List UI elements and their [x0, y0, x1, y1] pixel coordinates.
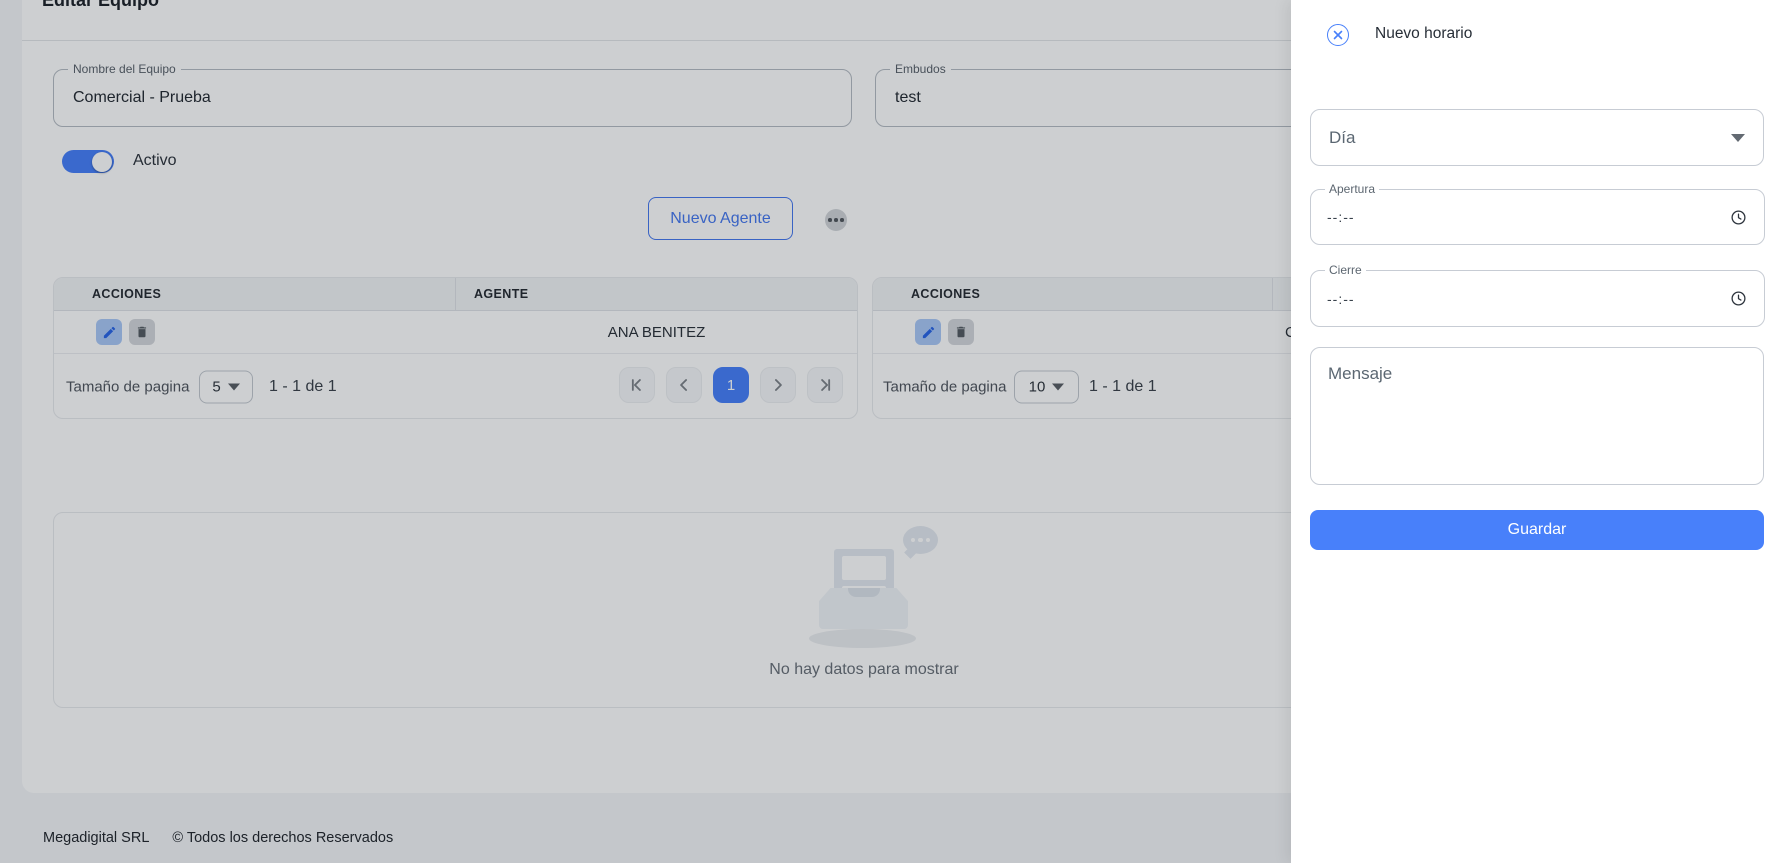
drawer-title: Nuevo horario [1375, 25, 1472, 43]
opening-time-field[interactable]: Apertura --:-- [1310, 189, 1765, 245]
message-placeholder: Mensaje [1328, 364, 1392, 383]
day-select[interactable]: Día [1310, 109, 1764, 166]
new-schedule-drawer: Nuevo horario Día Apertura --:-- Cierre … [1291, 0, 1783, 863]
clock-icon [1730, 290, 1747, 307]
closing-time-picker-button[interactable] [1728, 289, 1748, 309]
close-icon [1333, 30, 1343, 40]
clock-icon [1730, 209, 1747, 226]
day-select-placeholder: Día [1329, 128, 1731, 148]
message-textarea[interactable]: Mensaje [1310, 347, 1764, 485]
opening-time-label: Apertura [1325, 182, 1379, 196]
drawer-close-button[interactable] [1327, 24, 1349, 46]
save-button[interactable]: Guardar [1310, 510, 1764, 550]
opening-time-picker-button[interactable] [1728, 207, 1748, 227]
closing-time-label: Cierre [1325, 263, 1366, 277]
closing-time-field[interactable]: Cierre --:-- [1310, 270, 1765, 327]
opening-time-value: --:-- [1327, 209, 1728, 225]
closing-time-value: --:-- [1327, 291, 1728, 307]
chevron-down-icon [1731, 134, 1745, 142]
save-button-label: Guardar [1508, 521, 1567, 539]
